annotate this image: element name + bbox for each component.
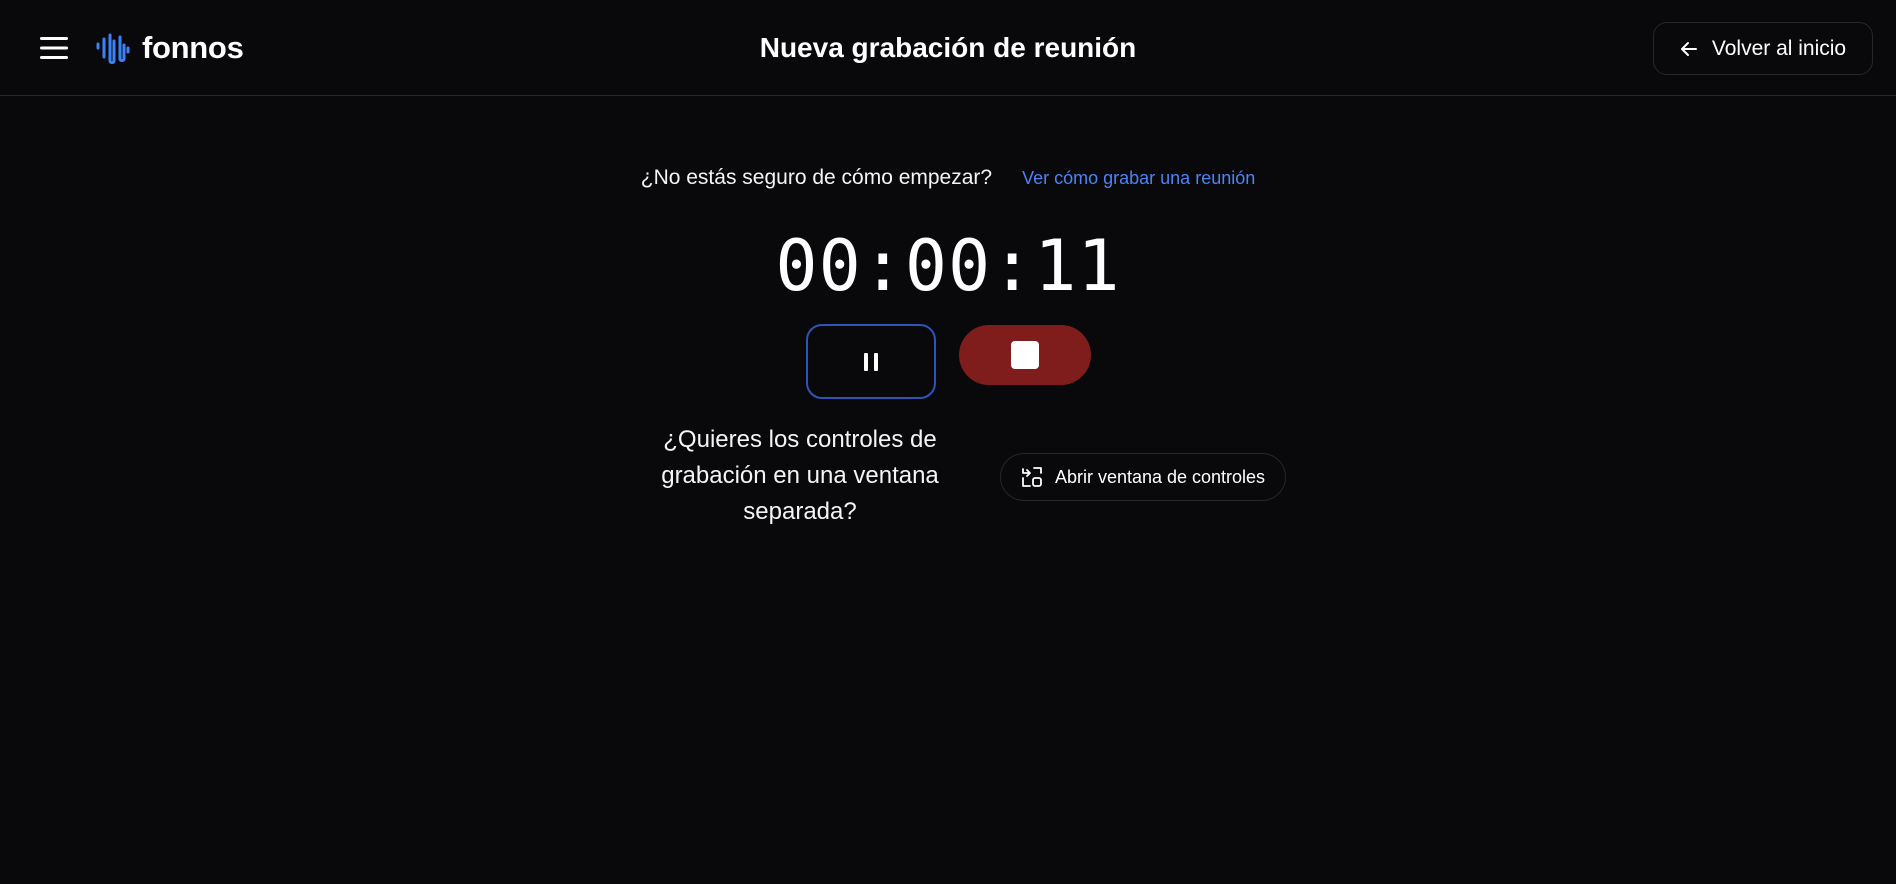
- page-title: Nueva grabación de reunión: [759, 32, 1137, 63]
- pause-button[interactable]: [806, 324, 936, 399]
- arrow-left-icon: [1680, 41, 1697, 56]
- back-button-label: Volver al inicio: [1711, 36, 1847, 60]
- open-controls-window-button[interactable]: Abrir ventana de controles: [1000, 453, 1286, 501]
- back-to-home-button[interactable]: Volver al inicio: [1653, 22, 1873, 75]
- switch-window-icon: [1022, 467, 1042, 487]
- stop-button[interactable]: [959, 325, 1091, 385]
- separate-window-question: ¿Quieres los controles de grabación en u…: [661, 426, 939, 525]
- help-question: ¿No estás seguro de cómo empezar?: [640, 166, 993, 189]
- stop-icon: [1011, 341, 1039, 369]
- top-bar: fonnos Nueva grabación de reunión Volver…: [0, 0, 1896, 96]
- pause-icon: [864, 352, 878, 371]
- open-controls-label: Abrir ventana de controles: [1054, 466, 1266, 487]
- how-to-record-link[interactable]: Ver cómo grabar una reunión: [1022, 168, 1255, 189]
- help-row: ¿No estás seguro de cómo empezar? Ver có…: [0, 166, 1896, 190]
- recording-timer: 00:00:11: [775, 225, 1121, 307]
